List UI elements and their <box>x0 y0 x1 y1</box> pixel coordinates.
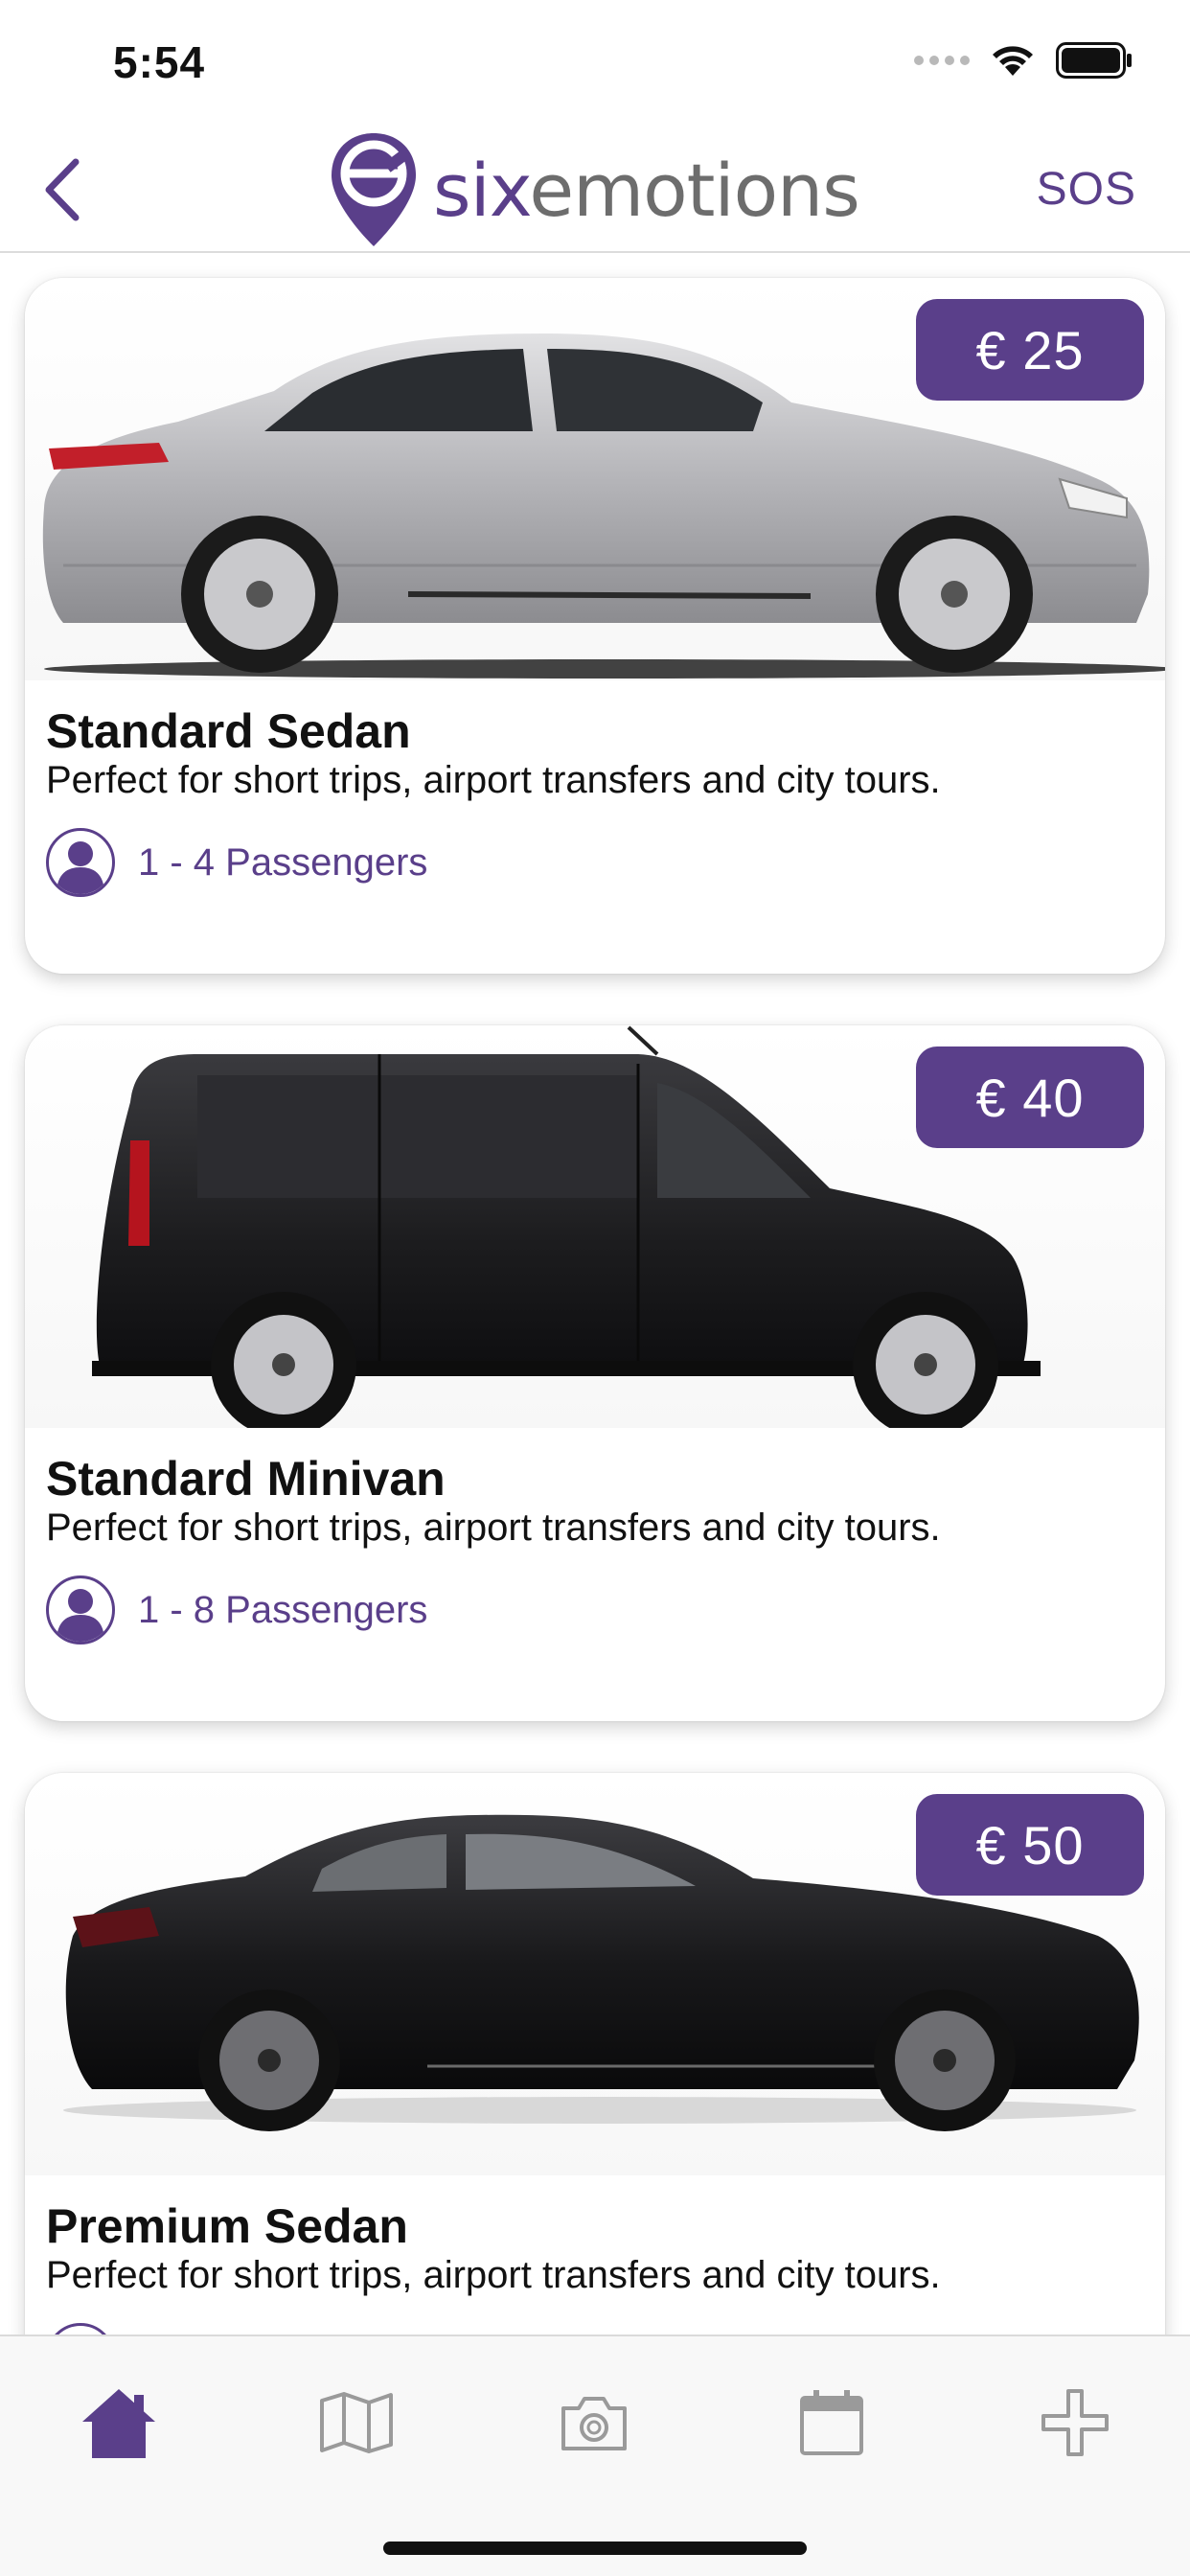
tab-calendar[interactable] <box>784 2375 880 2471</box>
wifi-icon <box>993 46 1033 76</box>
back-button[interactable] <box>29 155 96 224</box>
status-icons <box>914 42 1133 79</box>
vehicle-description: Perfect for short trips, airport transfe… <box>46 1506 941 1549</box>
vehicle-card-standard-minivan[interactable]: € 40 Standard Minivan Perfect for short … <box>25 1025 1165 1721</box>
vehicle-card-standard-sedan[interactable]: € 25 Standard Sedan Perfect for short tr… <box>25 278 1165 974</box>
passenger-count: 1 - 4 Passengers <box>138 840 428 884</box>
tab-add[interactable] <box>1027 2375 1123 2471</box>
home-indicator <box>383 2542 807 2555</box>
vehicle-description: Perfect for short trips, airport transfe… <box>46 2254 941 2296</box>
chevron-left-icon <box>45 158 80 221</box>
tab-camera[interactable] <box>546 2375 642 2471</box>
vehicle-description: Perfect for short trips, airport transfe… <box>46 759 941 801</box>
signal-icon <box>914 56 970 65</box>
plus-icon <box>1041 2389 1109 2456</box>
location-pin-logo-icon <box>332 133 416 246</box>
home-icon <box>82 2389 155 2458</box>
brand-logo: sixemotions <box>328 126 860 253</box>
vehicle-title: Standard Sedan <box>46 704 411 758</box>
tab-home[interactable] <box>71 2375 167 2471</box>
brand-name: sixemotions <box>433 147 860 233</box>
tab-bar <box>0 2334 1190 2576</box>
wheel-rear <box>181 516 338 673</box>
vehicle-title: Standard Minivan <box>46 1452 446 1506</box>
wheel-front <box>876 516 1033 673</box>
wheel-rear <box>198 1990 340 2131</box>
user-icon <box>46 2323 115 2334</box>
passenger-capacity: 1 - 4 Passengers <box>46 828 427 897</box>
tab-map[interactable] <box>309 2375 404 2471</box>
price-badge: € 25 <box>916 299 1144 401</box>
sos-button[interactable]: SOS <box>1037 163 1136 216</box>
vehicle-title: Premium Sedan <box>46 2199 408 2253</box>
status-bar: 5:54 <box>0 0 1190 126</box>
brand-name-prefix: six <box>433 147 530 233</box>
price-badge: € 40 <box>916 1046 1144 1148</box>
passenger-capacity <box>46 2323 115 2334</box>
wheel-front <box>874 1990 1016 2131</box>
nav-bar: sixemotions SOS <box>0 126 1190 253</box>
vehicle-card-premium-sedan[interactable]: € 50 Premium Sedan Perfect for short tri… <box>25 1773 1165 2334</box>
map-icon <box>320 2392 393 2453</box>
vehicle-list[interactable]: € 25 Standard Sedan Perfect for short tr… <box>0 255 1190 2334</box>
calendar-icon <box>800 2390 863 2455</box>
battery-icon <box>1056 42 1132 79</box>
brand-name-suffix: emotions <box>529 147 859 233</box>
passenger-count: 1 - 8 Passengers <box>138 1588 428 1631</box>
status-time: 5:54 <box>113 37 206 87</box>
camera-icon <box>561 2397 627 2450</box>
price-badge: € 50 <box>916 1794 1144 1896</box>
passenger-capacity: 1 - 8 Passengers <box>46 1576 427 1644</box>
user-icon <box>46 828 115 897</box>
user-icon <box>46 1576 115 1644</box>
